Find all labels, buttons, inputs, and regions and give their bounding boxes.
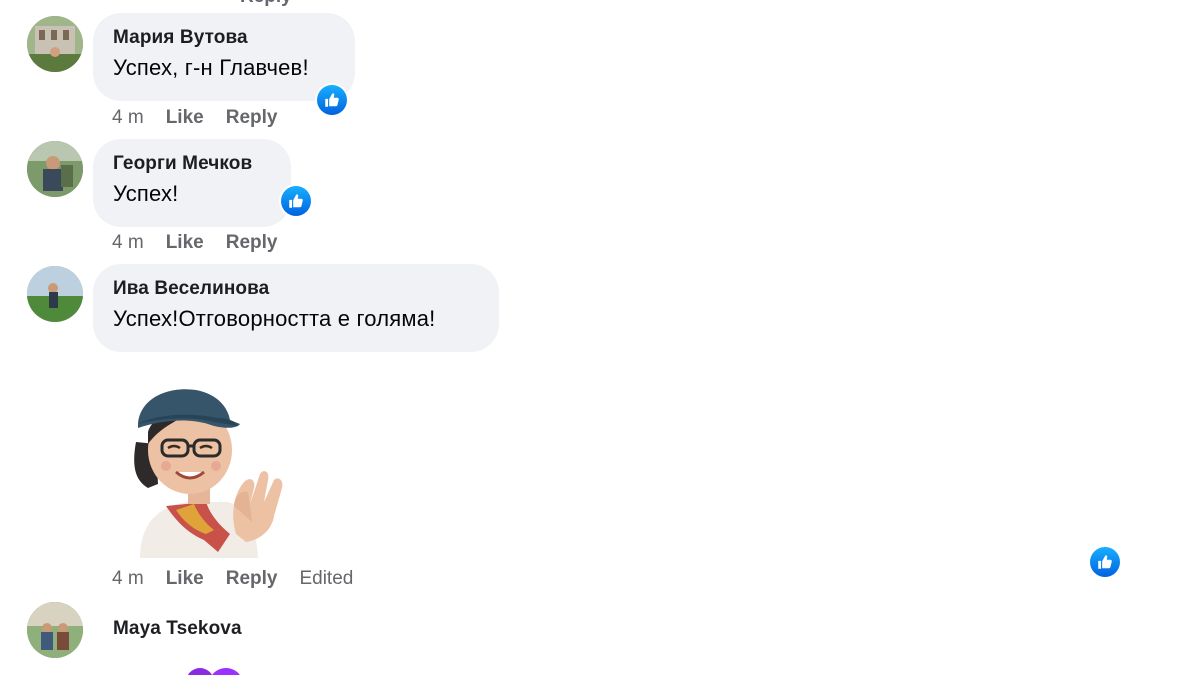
reply-link[interactable]: Reply [226, 107, 278, 129]
comment-timestamp[interactable]: 4 m [112, 107, 144, 129]
comment-author[interactable]: Георги Мечков [113, 153, 271, 175]
avatar-photo-icon [27, 602, 83, 658]
comment-timestamp[interactable]: 4 m [112, 568, 144, 590]
comment-author[interactable]: Ива Веселинова [113, 278, 479, 300]
like-link[interactable]: Like [166, 232, 204, 254]
comment-text: Успех! [113, 181, 179, 206]
partial-sticker-attachment[interactable] [176, 664, 252, 675]
comment-timestamp[interactable]: 4 m [112, 232, 144, 254]
thumbs-up-icon [325, 93, 339, 107]
comment-text: Успех, г-н Главчев! [113, 55, 309, 80]
edited-label[interactable]: Edited [299, 568, 353, 590]
purple-sticker-icon [187, 668, 240, 675]
thumbs-up-icon [289, 194, 303, 208]
like-reaction-badge[interactable] [279, 184, 313, 218]
avatar[interactable] [27, 266, 83, 322]
comment-author[interactable]: Maya Tsekova [113, 618, 242, 640]
reply-link[interactable]: Reply [226, 232, 278, 254]
reply-link[interactable]: Reply [226, 568, 278, 590]
clapping-avatar-sticker-icon [134, 389, 283, 558]
like-link[interactable]: Like [166, 107, 204, 129]
comment-actions: 4 m Like Reply Edited [112, 568, 353, 590]
comment-bubble: Мария Вутова Успех, г-н Главчев! [93, 13, 355, 101]
comment-bubble: Георги Мечков Успех! [93, 139, 291, 227]
comment-actions: 4 m Like Reply [112, 232, 299, 254]
avatar-sticker-attachment[interactable] [118, 384, 288, 558]
like-reaction-badge[interactable] [315, 83, 349, 117]
comment-text: Успех!Отговорността е голяма! [113, 306, 436, 331]
avatar[interactable] [27, 16, 83, 72]
comment-bubble: Ива Веселинова Успех!Отговорността е гол… [93, 264, 499, 352]
avatar[interactable] [27, 141, 83, 197]
thumbs-up-icon [1098, 555, 1112, 569]
avatar-photo-icon [27, 266, 83, 322]
like-link[interactable]: Like [166, 568, 204, 590]
previous-comment-reply-link[interactable]: Reply [240, 0, 292, 8]
avatar-photo-icon [27, 141, 83, 197]
like-reaction-badge[interactable] [1088, 545, 1122, 579]
avatar-photo-icon [27, 16, 83, 72]
comment-author[interactable]: Мария Вутова [113, 27, 335, 49]
avatar[interactable] [27, 602, 83, 658]
comment-actions: 4 m Like Reply [112, 107, 299, 129]
